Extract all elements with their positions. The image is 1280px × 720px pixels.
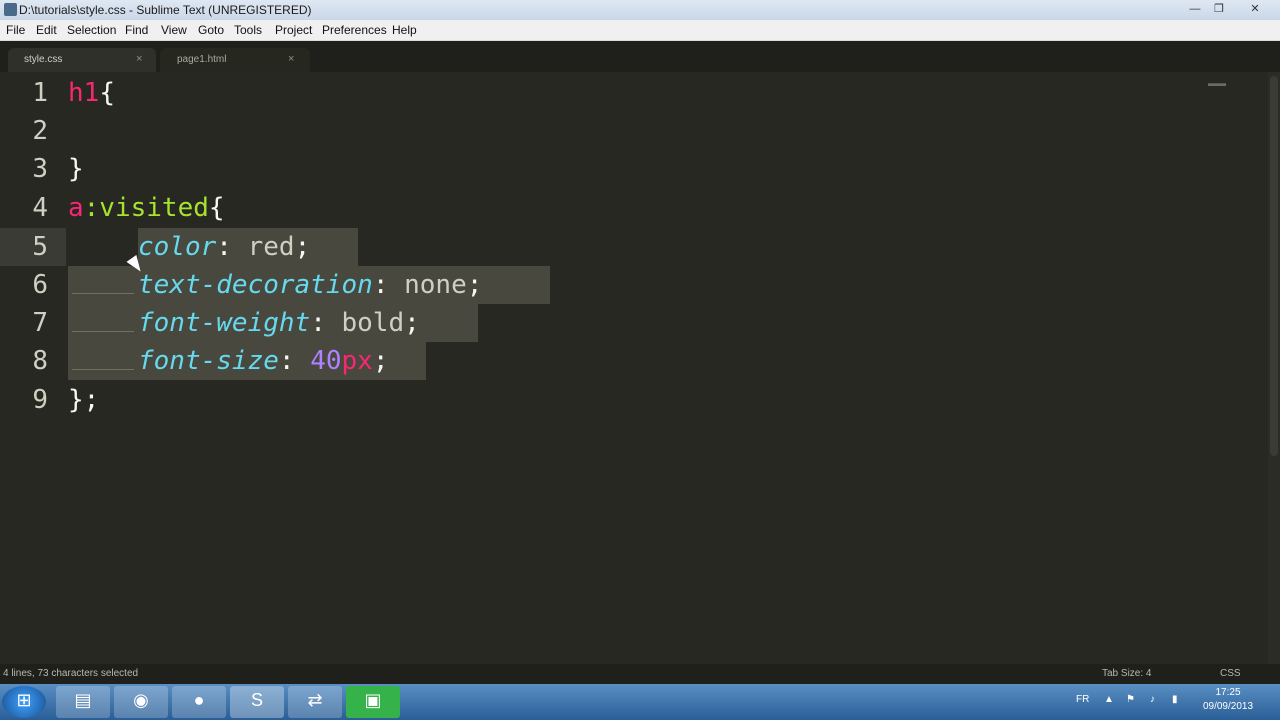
menu-goto[interactable]: Goto bbox=[198, 23, 224, 37]
menu-find[interactable]: Find bbox=[125, 23, 148, 37]
semicolon: ; bbox=[466, 270, 483, 300]
colon: : bbox=[310, 308, 342, 338]
colon: : bbox=[372, 270, 405, 300]
line-number: 8 bbox=[32, 346, 48, 376]
network-icon[interactable]: ▮ bbox=[1172, 694, 1178, 705]
line-number: 1 bbox=[32, 78, 48, 108]
code-line-5: color: red; bbox=[138, 228, 310, 266]
language-indicator[interactable]: FR bbox=[1076, 694, 1089, 705]
minimize-button[interactable]: — bbox=[1184, 1, 1206, 17]
close-tab-icon[interactable]: × bbox=[288, 53, 294, 65]
semicolon: ; bbox=[294, 232, 311, 262]
css-selector: a bbox=[68, 193, 84, 223]
brace: { bbox=[208, 193, 225, 223]
line-number: 9 bbox=[32, 385, 48, 415]
minimap-icon[interactable]: ▬▬ bbox=[1208, 78, 1232, 88]
menu-project[interactable]: Project bbox=[275, 23, 312, 37]
flag-icon[interactable]: ⚑ bbox=[1126, 694, 1135, 705]
start-orb-icon[interactable]: ⊞ bbox=[2, 686, 46, 718]
selection-status: 4 lines, 73 characters selected bbox=[3, 668, 139, 679]
menu-edit[interactable]: Edit bbox=[36, 23, 57, 37]
scrollbar-thumb[interactable] bbox=[1270, 76, 1278, 456]
clock[interactable]: 17:25 09/09/2013 bbox=[1196, 686, 1260, 714]
css-unit: px bbox=[341, 346, 373, 376]
code-line-6: text-decoration: none; bbox=[138, 266, 482, 304]
window-title: D:\tutorials\style.css - Sublime Text (U… bbox=[19, 3, 312, 17]
css-value: red bbox=[247, 232, 295, 262]
line-number: 6 bbox=[32, 270, 48, 300]
clock-time: 17:25 bbox=[1215, 687, 1241, 698]
file-explorer-icon[interactable]: ▤ bbox=[56, 686, 110, 718]
sublime-text-icon[interactable]: S bbox=[230, 686, 284, 718]
css-selector: h1 bbox=[68, 78, 100, 108]
line-number: 3 bbox=[32, 154, 48, 184]
css-pseudo-class: :visited bbox=[83, 193, 209, 223]
brace: } bbox=[68, 154, 84, 184]
menu-selection[interactable]: Selection bbox=[67, 23, 116, 37]
indent-guide bbox=[72, 331, 134, 332]
maximize-button[interactable]: ❐ bbox=[1208, 1, 1230, 17]
syntax-selector[interactable]: CSS bbox=[1220, 668, 1241, 679]
speaker-icon[interactable]: ♪ bbox=[1150, 694, 1155, 705]
code-line-3: } bbox=[68, 150, 84, 188]
camtasia-icon[interactable]: ▣ bbox=[346, 686, 400, 718]
indent-guide bbox=[72, 293, 134, 294]
brace: { bbox=[99, 78, 115, 108]
code-line-1: h1{ bbox=[68, 74, 115, 112]
code-line-4: a:visited{ bbox=[68, 189, 225, 227]
windows-taskbar: ⊞ ▤ ◉ ● S ⇄ ▣ FR ▲ ⚑ ♪ ▮ 17:25 09/09/201… bbox=[0, 684, 1280, 720]
tab-bar: style.css × page1.html × bbox=[0, 41, 1280, 72]
menu-file[interactable]: File bbox=[6, 23, 25, 37]
menu-preferences[interactable]: Preferences bbox=[322, 23, 387, 37]
line-number: 2 bbox=[32, 116, 48, 146]
status-bar: 4 lines, 73 characters selected Tab Size… bbox=[0, 664, 1280, 684]
css-value: bold bbox=[341, 308, 405, 338]
clock-date: 09/09/2013 bbox=[1202, 701, 1254, 712]
colon: : bbox=[216, 232, 248, 262]
tab-page1-html[interactable]: page1.html × bbox=[160, 48, 310, 72]
menu-bar: File Edit Selection Find View Goto Tools… bbox=[0, 20, 1280, 41]
network-app-icon[interactable]: ⇄ bbox=[288, 686, 342, 718]
line-number: 5 bbox=[32, 232, 48, 262]
css-number: 40 bbox=[310, 346, 342, 376]
tray-expand-icon[interactable]: ▲ bbox=[1104, 694, 1114, 705]
firefox-icon[interactable]: ● bbox=[172, 686, 226, 718]
line-number: 7 bbox=[32, 308, 48, 338]
code-line-9: }; bbox=[68, 381, 99, 419]
menu-tools[interactable]: Tools bbox=[234, 23, 262, 37]
colon: : bbox=[278, 346, 311, 376]
code-line-8: font-size: 40px; bbox=[138, 342, 388, 380]
tab-size-selector[interactable]: Tab Size: 4 bbox=[1102, 668, 1151, 679]
window-title-bar: D:\tutorials\style.css - Sublime Text (U… bbox=[0, 0, 1280, 21]
line-number: 4 bbox=[32, 193, 48, 223]
tab-label: page1.html bbox=[177, 54, 227, 65]
semicolon: ; bbox=[404, 308, 420, 338]
tab-label: style.css bbox=[24, 54, 63, 65]
css-property: color bbox=[138, 232, 217, 262]
closing-brace: }; bbox=[68, 385, 100, 415]
tab-style-css[interactable]: style.css × bbox=[8, 48, 156, 72]
css-property: font-weight bbox=[138, 308, 311, 338]
indent-guide bbox=[72, 369, 134, 370]
close-tab-icon[interactable]: × bbox=[136, 53, 142, 65]
semicolon: ; bbox=[372, 346, 389, 376]
app-icon bbox=[4, 3, 17, 16]
css-property: font-size bbox=[138, 346, 279, 376]
css-value: none bbox=[404, 270, 467, 300]
chrome-icon[interactable]: ◉ bbox=[114, 686, 168, 718]
menu-view[interactable]: View bbox=[161, 23, 187, 37]
close-button[interactable]: ✕ bbox=[1234, 1, 1276, 17]
css-property: text-decoration bbox=[138, 270, 373, 300]
code-line-7: font-weight: bold; bbox=[138, 304, 420, 342]
menu-help[interactable]: Help bbox=[392, 23, 417, 37]
